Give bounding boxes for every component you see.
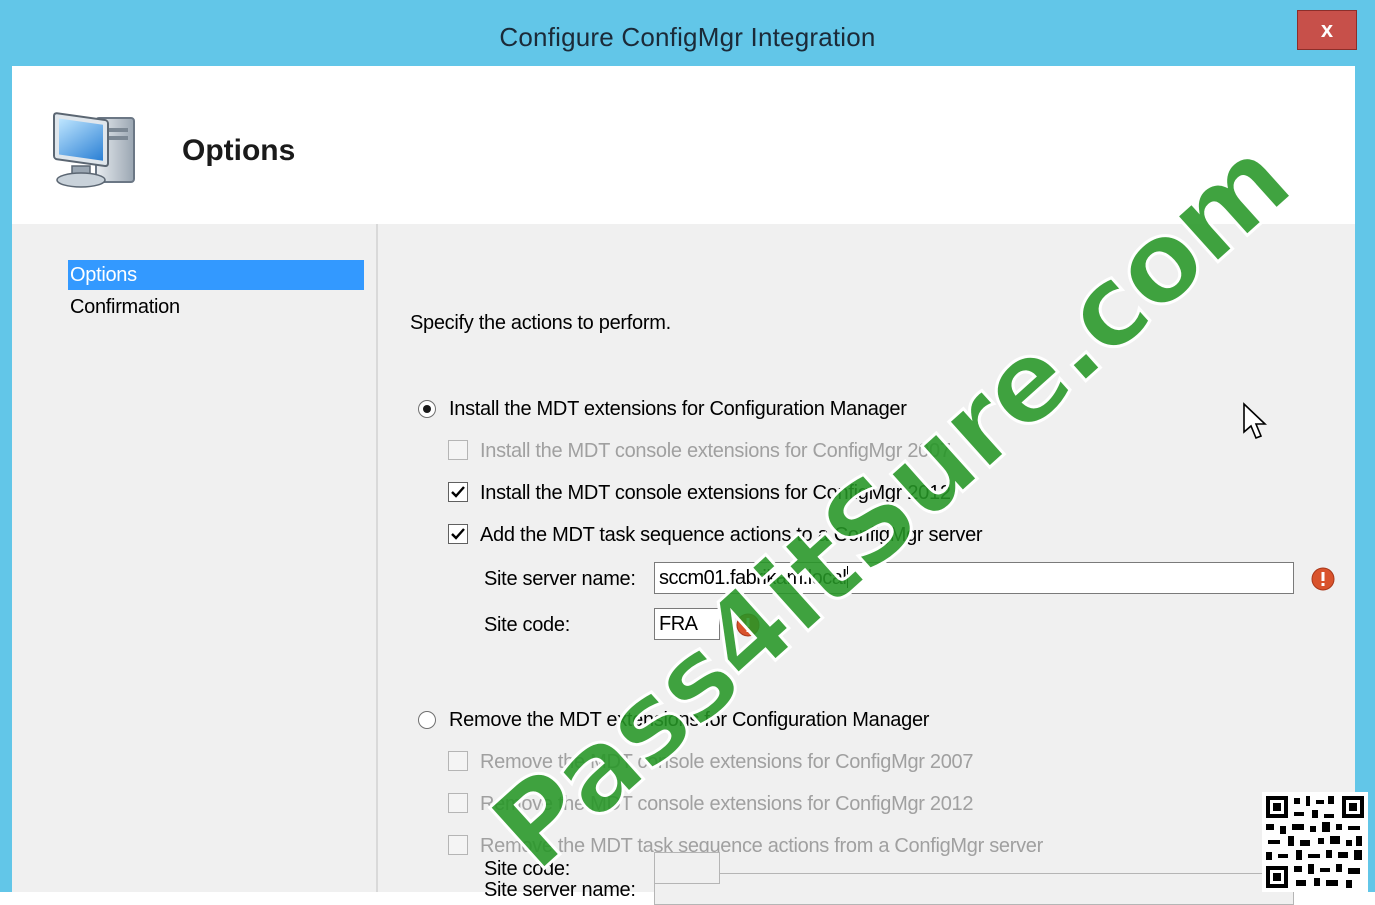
- install-site-code-input[interactable]: FRA: [654, 608, 720, 640]
- remove-site-server-input[interactable]: [654, 873, 1294, 905]
- install-console-2007-checkbox[interactable]: [448, 440, 468, 460]
- options-panel: Specify the actions to perform. Install …: [378, 224, 1355, 905]
- remove-radio[interactable]: [418, 711, 436, 729]
- close-button[interactable]: x: [1297, 10, 1357, 50]
- error-icon: [736, 613, 760, 637]
- page-title: Options: [182, 134, 296, 167]
- title-bar[interactable]: Configure ConfigMgr Integration x: [0, 0, 1375, 66]
- remove-site-code-label: Site code:: [484, 858, 570, 880]
- remove-site-code-input[interactable]: [654, 852, 720, 884]
- install-site-code-label: Site code:: [484, 614, 570, 636]
- install-radio[interactable]: [418, 400, 436, 418]
- window-title: Configure ConfigMgr Integration: [499, 22, 876, 52]
- dialog-client-area: Options Options Confirmation Specify the…: [12, 66, 1355, 905]
- remove-radio-label[interactable]: Remove the MDT extensions for Configurat…: [449, 709, 929, 732]
- radio-selected-dot: [423, 405, 431, 413]
- remove-console-2007-checkbox[interactable]: [448, 751, 468, 771]
- remove-task-sequence-checkbox[interactable]: [448, 835, 468, 855]
- checkmark-icon: [451, 528, 465, 540]
- sidebar-item-confirmation[interactable]: Confirmation: [68, 292, 364, 322]
- install-radio-label[interactable]: Install the MDT extensions for Configura…: [449, 398, 907, 421]
- remove-task-sequence-label: Remove the MDT task sequence actions fro…: [480, 835, 1043, 857]
- remove-site-server-label: Site server name:: [484, 879, 636, 901]
- add-task-sequence-checkbox[interactable]: [448, 524, 468, 544]
- qr-code-icon: [1262, 792, 1368, 892]
- install-console-2012-checkbox[interactable]: [448, 482, 468, 502]
- wizard-header: Options: [12, 66, 1355, 224]
- install-site-server-label: Site server name:: [484, 568, 636, 590]
- dialog-window: Configure ConfigMgr Integration x Option…: [0, 0, 1375, 905]
- error-icon: [1311, 567, 1335, 591]
- wizard-sidebar: Options Confirmation: [12, 224, 376, 892]
- install-console-2007-label: Install the MDT console extensions for C…: [480, 440, 951, 462]
- install-site-server-input[interactable]: sccm01.fabrikam.local: [654, 562, 1294, 594]
- install-console-2012-label: Install the MDT console extensions for C…: [480, 482, 951, 504]
- instruction-text: Specify the actions to perform.: [410, 312, 671, 334]
- checkmark-icon: [451, 486, 465, 498]
- remove-console-2007-label: Remove the MDT console extensions for Co…: [480, 751, 974, 773]
- sidebar-item-options[interactable]: Options: [68, 260, 364, 290]
- remove-console-2012-checkbox[interactable]: [448, 793, 468, 813]
- remove-console-2012-label: Remove the MDT console extensions for Co…: [480, 793, 974, 815]
- add-task-sequence-label: Add the MDT task sequence actions to a C…: [480, 524, 983, 546]
- mouse-pointer-icon: [1243, 402, 1267, 440]
- site-server-value: sccm01.fabrikam.local: [659, 567, 847, 589]
- computer-icon: [53, 112, 135, 188]
- text-caret: [847, 566, 849, 588]
